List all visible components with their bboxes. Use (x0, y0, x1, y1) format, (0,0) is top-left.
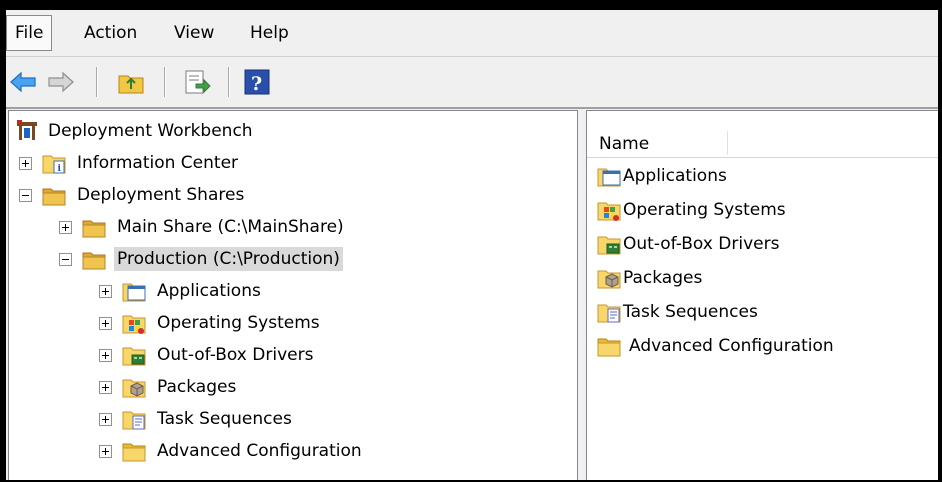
tree-item-label: Out-of-Box Drivers (157, 345, 314, 365)
menu-view[interactable]: View (166, 16, 222, 50)
tree-item-advanced-configuration[interactable]: Advanced Configuration (99, 436, 365, 466)
expand-plus-icon[interactable] (99, 412, 112, 426)
expand-plus-icon[interactable] (99, 444, 112, 458)
applications-folder-icon (122, 280, 146, 302)
operating-systems-folder-icon (597, 199, 621, 221)
tree-item-label: Packages (157, 377, 237, 397)
drivers-folder-icon (597, 233, 621, 255)
tree-item-main-share[interactable]: Main Share (C:\MainShare) (59, 212, 347, 242)
collapse-minus-icon[interactable] (19, 188, 32, 202)
list-item-label: Applications (623, 166, 727, 186)
tree-item-label: Production (C:\Production) (114, 247, 343, 271)
toolbar-separator (164, 67, 166, 97)
tree-item-information-center[interactable]: Information Center (19, 148, 241, 178)
tree-item-packages[interactable]: Packages (99, 372, 239, 402)
tree-item-label: Applications (157, 281, 261, 301)
tree-item-label: Deployment Shares (77, 185, 245, 205)
tree-item-label: Task Sequences (157, 409, 292, 429)
drivers-folder-icon (122, 344, 146, 366)
tree-item-label: Advanced Configuration (157, 441, 362, 461)
operating-systems-folder-icon (122, 312, 146, 334)
expand-plus-icon[interactable] (19, 156, 32, 170)
list-item-advanced-configuration[interactable]: Advanced Configuration (597, 331, 834, 361)
help-icon[interactable]: ? (242, 67, 272, 97)
list-item-label: Packages (623, 268, 703, 288)
tree-item-label: Main Share (C:\MainShare) (117, 217, 344, 237)
tree-item-out-of-box-drivers[interactable]: Out-of-Box Drivers (99, 340, 316, 370)
list-item-task-sequences[interactable]: Task Sequences (597, 297, 758, 327)
list-item-label: Out-of-Box Drivers (623, 234, 780, 254)
menu-file[interactable]: File (6, 15, 53, 51)
toolbar: ? (6, 57, 938, 109)
up-folder-icon[interactable] (116, 67, 146, 97)
deployment-share-icon (82, 216, 106, 238)
list-item-label: Operating Systems (623, 200, 786, 220)
menu-action[interactable]: Action (76, 16, 145, 50)
tree-item-applications[interactable]: Applications (99, 276, 264, 306)
expand-plus-icon[interactable] (99, 316, 112, 330)
toolbar-separator (96, 67, 98, 97)
console-tree-pane[interactable]: Deployment Workbench Information Center … (8, 110, 578, 480)
results-list-pane[interactable]: Name Applications Operating Systems Out-… (586, 110, 938, 480)
packages-folder-icon (122, 376, 146, 398)
column-header-name[interactable]: Name (599, 133, 649, 155)
list-item-operating-systems[interactable]: Operating Systems (597, 195, 786, 225)
tree-item-label: Information Center (77, 153, 239, 173)
folder-icon (597, 335, 621, 357)
task-sequences-folder-icon (597, 301, 621, 323)
list-item-packages[interactable]: Packages (597, 263, 702, 293)
mmc-window: File Action View Help ? Deployment Workb… (6, 10, 938, 480)
deployment-share-icon (82, 248, 106, 270)
tree-item-label: Operating Systems (157, 313, 320, 333)
tree-item-production[interactable]: Production (C:\Production) (59, 244, 343, 274)
screenshot-frame: File Action View Help ? Deployment Workb… (0, 0, 942, 482)
svg-text:?: ? (251, 73, 262, 95)
forward-arrow-icon[interactable] (46, 67, 76, 97)
expand-plus-icon[interactable] (99, 348, 112, 362)
tree-item-label: Deployment Workbench (48, 121, 253, 141)
packages-folder-icon (597, 267, 621, 289)
export-list-icon[interactable] (182, 67, 212, 97)
back-arrow-icon[interactable] (8, 67, 38, 97)
tree-item-deployment-shares[interactable]: Deployment Shares (19, 180, 247, 210)
list-item-out-of-box-drivers[interactable]: Out-of-Box Drivers (597, 229, 779, 259)
list-column-header: Name (587, 129, 938, 158)
applications-folder-icon (597, 165, 621, 187)
menu-bar: File Action View Help (6, 10, 938, 57)
expand-plus-icon[interactable] (99, 284, 112, 298)
tree-item-operating-systems[interactable]: Operating Systems (99, 308, 323, 338)
information-center-icon (42, 152, 66, 174)
expand-plus-icon[interactable] (59, 220, 72, 234)
list-item-applications[interactable]: Applications (597, 161, 727, 191)
tree-item-task-sequences[interactable]: Task Sequences (99, 404, 295, 434)
workbench-icon (15, 120, 39, 142)
menu-help[interactable]: Help (242, 16, 297, 50)
task-sequences-folder-icon (122, 408, 146, 430)
collapse-minus-icon[interactable] (59, 252, 72, 266)
folder-icon (122, 440, 146, 462)
folder-icon (42, 184, 66, 206)
toolbar-separator (228, 67, 230, 97)
list-item-label: Advanced Configuration (629, 336, 834, 356)
column-divider[interactable] (727, 131, 728, 155)
list-item-label: Task Sequences (623, 302, 758, 322)
expand-plus-icon[interactable] (99, 380, 112, 394)
tree-item-deployment-workbench[interactable]: Deployment Workbench (15, 116, 256, 146)
